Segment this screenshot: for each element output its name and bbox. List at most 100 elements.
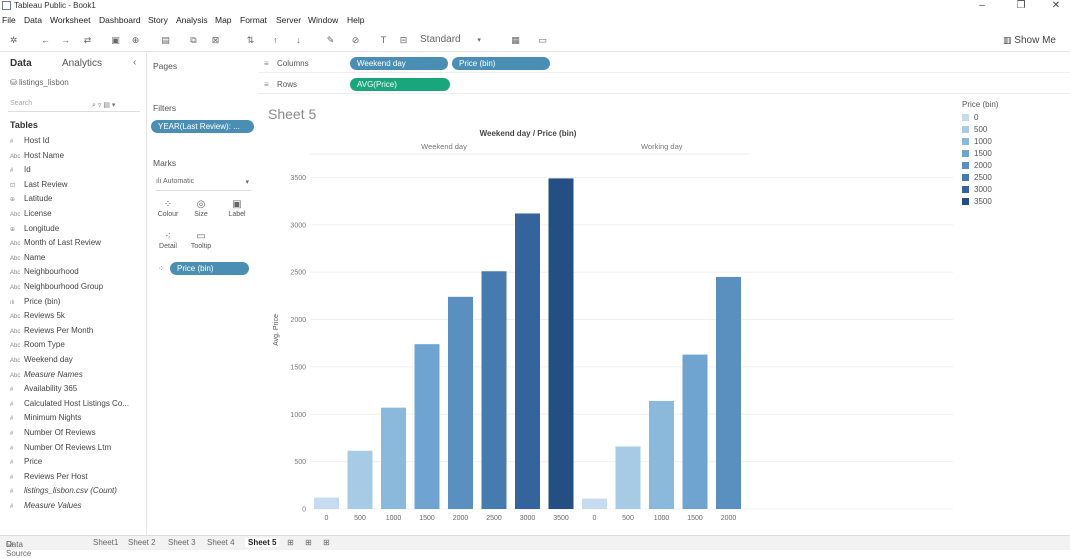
sort-ascending-icon[interactable]: ↑ <box>270 35 281 46</box>
menu-server[interactable]: Server <box>276 15 301 25</box>
swap-rows-columns-icon[interactable]: ⇅ <box>245 35 256 46</box>
collapse-pane-icon[interactable]: ‹ <box>133 57 136 68</box>
new-worksheet-icon[interactable]: ▤ <box>160 35 171 46</box>
x-tick-label: 1000 <box>386 515 402 522</box>
new-datasource-icon[interactable]: ⊕ <box>130 35 141 46</box>
sort-descending-icon[interactable]: ↓ <box>293 35 304 46</box>
tab-analytics[interactable]: Analytics <box>62 58 102 69</box>
menu-worksheet[interactable]: Worksheet <box>50 15 90 25</box>
menu-file[interactable]: File <box>2 15 16 25</box>
tooltip-button[interactable]: ▭ Tooltip <box>186 231 216 250</box>
labels-icon[interactable]: T <box>378 35 389 46</box>
legend-item[interactable]: 1500 <box>962 149 1062 161</box>
tab-sheet1[interactable]: Sheet1 <box>93 538 118 547</box>
field-item[interactable]: Abc Host Name <box>10 151 145 163</box>
field-item[interactable]: Abc Room Type <box>10 340 145 352</box>
field-item[interactable]: Abc Measure Names <box>10 370 145 382</box>
marks-pill-price-bin[interactable]: Price (bin) <box>170 262 249 275</box>
menu-analysis[interactable]: Analysis <box>176 15 208 25</box>
field-item[interactable]: # Number Of Reviews Ltm <box>10 443 145 455</box>
columns-pill-price-bin[interactable]: Price (bin) <box>452 57 550 70</box>
field-item[interactable]: # Number Of Reviews <box>10 428 145 440</box>
detail-button[interactable]: ⁖ Detail <box>153 231 183 250</box>
menu-help[interactable]: Help <box>347 15 364 25</box>
new-worksheet-tab-icon[interactable]: ⊞ <box>287 538 294 547</box>
clear-sheet-icon[interactable]: ⊠ <box>210 35 221 46</box>
filter-icon[interactable]: ▿ <box>98 102 102 109</box>
menu-format[interactable]: Format <box>240 15 267 25</box>
field-name: Latitude <box>24 194 53 204</box>
minimize-icon[interactable]: – <box>972 0 992 11</box>
field-item[interactable]: Abc Neighbourhood Group <box>10 282 145 294</box>
search-input[interactable]: Search <box>8 100 140 112</box>
field-item[interactable]: # Reviews Per Host <box>10 472 145 484</box>
legend-item[interactable]: 3500 <box>962 197 1062 209</box>
duplicate-icon[interactable]: ⧉ <box>188 35 199 46</box>
maximize-icon[interactable]: ❐ <box>1011 0 1031 11</box>
chevron-down-icon[interactable]: ▾ <box>112 102 116 109</box>
field-item[interactable]: Abc Name <box>10 253 145 265</box>
field-item[interactable]: Abc Month of Last Review <box>10 238 145 250</box>
presentation-mode-icon[interactable]: ▦ <box>510 35 521 46</box>
redo-icon[interactable]: → <box>60 35 71 46</box>
marks-type-select[interactable]: ılı Automatic ▾ <box>156 178 251 191</box>
save-icon[interactable]: ▣ <box>110 35 121 46</box>
new-dashboard-tab-icon[interactable]: ⊞ <box>305 538 312 547</box>
legend-item[interactable]: 500 <box>962 125 1062 137</box>
field-item[interactable]: Abc License <box>10 209 145 221</box>
undo-icon[interactable]: ← <box>40 35 51 46</box>
field-type-icon: ⊡ <box>10 182 16 189</box>
field-item[interactable]: # Price <box>10 457 145 469</box>
tab-data[interactable]: Data <box>10 58 32 69</box>
field-item[interactable]: # Host Id <box>10 136 145 148</box>
menu-story[interactable]: Story <box>148 15 168 25</box>
show-me-button[interactable]: ▥ Show Me <box>1003 35 1056 46</box>
legend-item[interactable]: 1000 <box>962 137 1062 149</box>
label-button[interactable]: ▣ Label <box>222 199 252 218</box>
field-item[interactable]: ılı Price (bin) <box>10 297 145 309</box>
tab-sheet-5[interactable]: Sheet 5 <box>245 538 280 547</box>
share-icon[interactable]: ▭ <box>537 35 548 46</box>
field-item[interactable]: Abc Weekend day <box>10 355 145 367</box>
menu-dashboard[interactable]: Dashboard <box>99 15 141 25</box>
search-icon[interactable]: ⌕ <box>92 102 96 109</box>
tab-sheet-3[interactable]: Sheet 3 <box>168 538 196 547</box>
legend-item[interactable]: 3000 <box>962 185 1062 197</box>
group-icon[interactable]: ⊘ <box>350 35 361 46</box>
field-item[interactable]: # Calculated Host Listings Co... <box>10 399 145 411</box>
swap-datasource-icon[interactable]: ⇄ <box>82 35 93 46</box>
field-item[interactable]: # Measure Values <box>10 501 145 513</box>
close-icon[interactable]: ✕ <box>1046 0 1066 11</box>
field-item[interactable]: # Id <box>10 165 145 177</box>
new-story-tab-icon[interactable]: ⊞ <box>323 538 330 547</box>
field-item[interactable]: # Minimum Nights <box>10 413 145 425</box>
field-item[interactable]: ⊕ Latitude <box>10 194 145 206</box>
rows-pill-avg-price[interactable]: AVG(Price) <box>350 78 450 91</box>
field-item[interactable]: ⊕ Longitude <box>10 224 145 236</box>
filter-pill-last-review[interactable]: YEAR(Last Review): ... <box>151 120 254 133</box>
tableau-icon[interactable]: ✲ <box>8 35 19 46</box>
fix-axes-icon[interactable]: ⊟ <box>398 35 409 46</box>
menu-window[interactable]: Window <box>308 15 338 25</box>
legend-item[interactable]: 2500 <box>962 173 1062 185</box>
legend-item[interactable]: 2000 <box>962 161 1062 173</box>
size-button[interactable]: ◎ Size <box>186 199 216 218</box>
highlight-icon[interactable]: ✎ <box>325 35 336 46</box>
field-item[interactable]: Abc Reviews 5k <box>10 311 145 323</box>
tab-sheet-2[interactable]: Sheet 2 <box>128 538 156 547</box>
fit-select[interactable]: Standard ▾ <box>420 34 490 48</box>
field-item[interactable]: # Availability 365 <box>10 384 145 396</box>
datasource-item[interactable]: ⛁ listings_lisbon <box>10 78 69 87</box>
menu-data[interactable]: Data <box>24 15 42 25</box>
field-item[interactable]: Abc Neighbourhood <box>10 267 145 279</box>
menu-map[interactable]: Map <box>215 15 232 25</box>
field-item[interactable]: Abc Reviews Per Month <box>10 326 145 338</box>
tab-sheet-4[interactable]: Sheet 4 <box>207 538 235 547</box>
legend-item[interactable]: 0 <box>962 113 1062 125</box>
view-options-icon[interactable]: ▤ <box>103 102 110 109</box>
columns-pill-weekend-day[interactable]: Weekend day <box>350 57 448 70</box>
window-title: Tableau Public - Book1 <box>14 1 96 10</box>
field-item[interactable]: ⊡ Last Review <box>10 180 145 192</box>
field-item[interactable]: # listings_lisbon.csv (Count) <box>10 486 145 498</box>
colour-button[interactable]: ⁘ Colour <box>153 199 183 218</box>
